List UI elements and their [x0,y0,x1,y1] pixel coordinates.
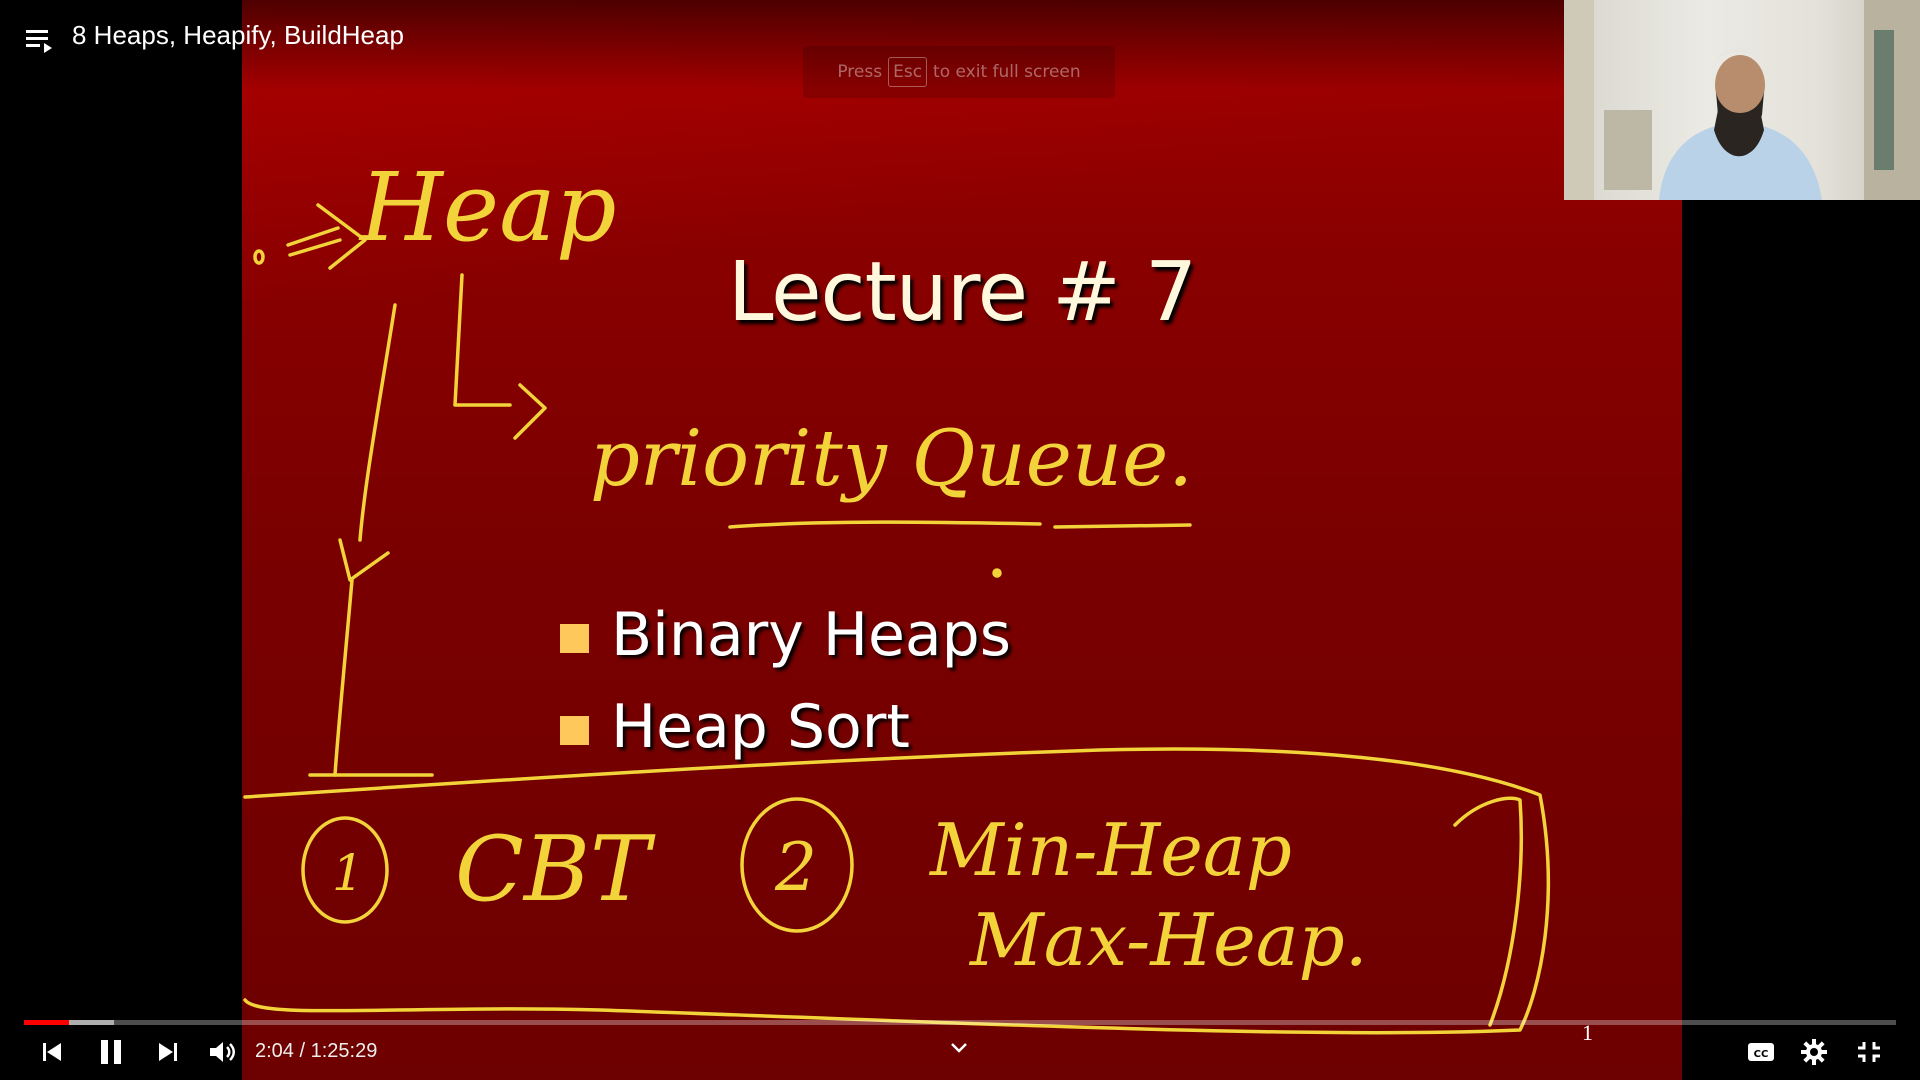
next-icon[interactable] [156,1040,180,1069]
time-display: 2:04 / 1:25:29 [255,1040,377,1063]
playlist-icon[interactable] [24,24,56,56]
video-title: 8 Heaps, Heapify, BuildHeap [72,20,404,50]
bullet-text: Binary Heaps [611,600,1012,670]
bullet-square-icon [560,623,589,653]
captions-icon[interactable]: CC [1746,1040,1776,1069]
settings-icon[interactable] [1800,1038,1828,1071]
pause-icon[interactable] [96,1037,126,1072]
instructor-webcam [1564,0,1920,200]
svg-text:CC: CC [1754,1049,1769,1060]
progress-played [24,1020,70,1025]
current-time: 2:04 [255,1040,294,1062]
bullet-square-icon [560,715,589,745]
fullscreen-notice: Press Esc to exit full screen [803,46,1115,98]
duration: 1:25:29 [310,1040,378,1062]
volume-icon[interactable] [208,1039,236,1070]
chevron-down-icon[interactable] [948,1040,970,1061]
slide-bullet: Heap Sort [560,692,910,762]
notice-press: Press [837,62,883,82]
time-separator: / [299,1040,306,1062]
lecture-slide: Lecture # 7 Binary Heaps Heap Sort 1 [242,0,1682,1080]
progress-bar[interactable] [24,1020,1896,1025]
slide-title: Lecture # 7 [727,245,1197,340]
slide-bullet: Binary Heaps [560,600,1011,670]
notice-esc-key: Esc [888,57,928,87]
notice-rest: to exit full screen [933,62,1081,82]
bullet-text: Heap Sort [611,692,910,762]
previous-icon[interactable] [40,1040,64,1069]
exit-fullscreen-icon[interactable] [1856,1040,1882,1069]
